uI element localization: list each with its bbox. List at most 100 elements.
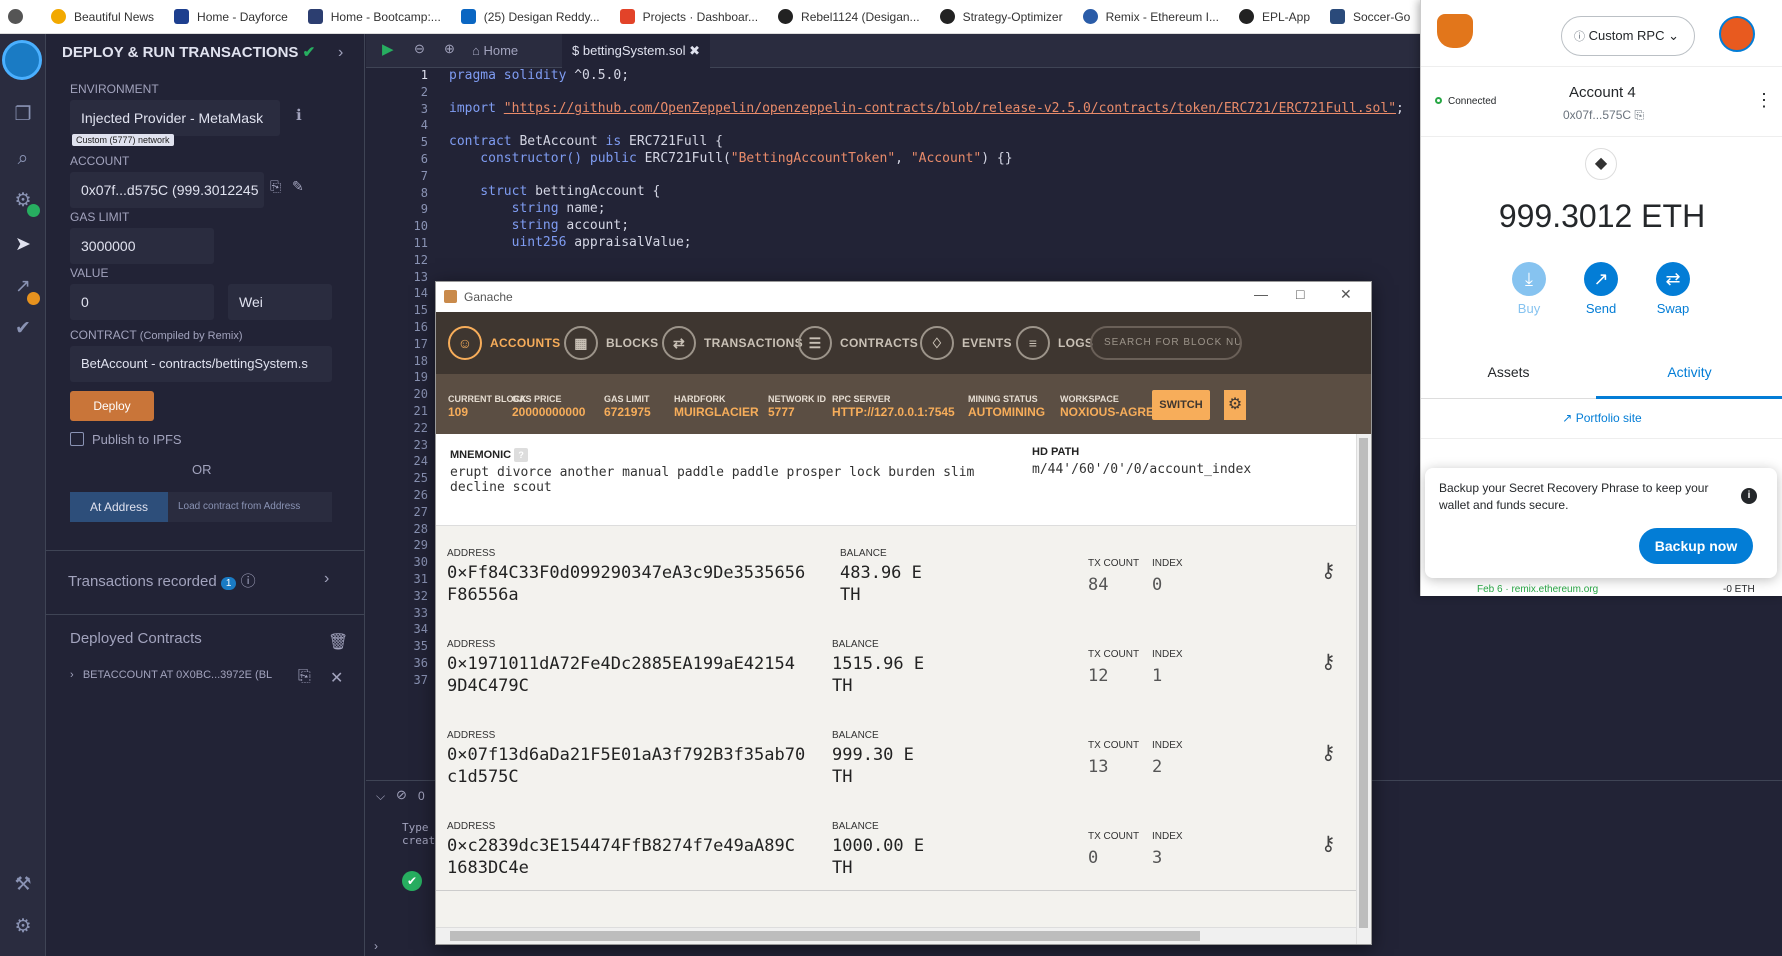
minimize-icon[interactable]: — xyxy=(1254,286,1268,302)
bookmark-linkedin[interactable]: (25) Desigan Reddy... xyxy=(460,9,600,24)
deploy-button[interactable]: Deploy xyxy=(70,391,154,421)
search-input[interactable]: SEARCH FOR BLOCK NUMBERS OR TX HASHES xyxy=(1090,326,1242,360)
zoom-in-icon[interactable]: ⊕ xyxy=(444,41,455,57)
edit-icon[interactable]: ✎ xyxy=(292,178,304,195)
buy-button[interactable]: ⤓ Buy xyxy=(1494,262,1564,316)
kebab-menu-icon[interactable]: ⋮ xyxy=(1755,90,1773,111)
copy-icon[interactable]: ⎘ xyxy=(298,668,311,686)
load-address-input[interactable]: Load contract from Address xyxy=(168,492,332,522)
expand-icon: › xyxy=(70,669,74,681)
close-icon[interactable]: ✕ xyxy=(330,668,343,688)
send-arrow-icon: ↗ xyxy=(1584,262,1618,296)
deployed-contract-item[interactable]: › BETACCOUNT AT 0X0BC...3972E (BL xyxy=(70,669,272,681)
tab-betting-system[interactable]: $ bettingSystem.sol ✖ xyxy=(562,34,710,68)
file-explorer-icon[interactable]: ❐ xyxy=(10,102,36,128)
vertical-scrollbar[interactable] xyxy=(1356,434,1371,944)
sun-icon xyxy=(51,9,66,24)
bookmark-github[interactable]: Rebel1124 (Desigan... xyxy=(778,9,920,24)
zoom-out-icon[interactable]: ⊖ xyxy=(414,41,425,57)
nav-transactions[interactable]: ⇄ TRANSACTIONS xyxy=(662,326,803,360)
line-number: 24 xyxy=(413,454,428,469)
run-icon[interactable]: ▶ xyxy=(382,40,394,58)
activity-item[interactable]: Feb 6 · remix.ethereum.org xyxy=(1477,584,1598,595)
terminal-text: Type creat xyxy=(402,821,436,847)
key-icon[interactable]: ⚷ xyxy=(1321,831,1336,856)
bookmark-soccer[interactable]: Soccer-Go xyxy=(1330,9,1410,24)
bookmark-beautiful-news[interactable]: Beautiful News xyxy=(51,9,154,24)
plugin-icon[interactable]: ⚒ xyxy=(10,872,36,898)
at-address-button[interactable]: At Address xyxy=(70,492,168,522)
nav-contracts[interactable]: ☰ CONTRACTS xyxy=(798,326,918,360)
status-dot-icon xyxy=(1435,97,1442,104)
nav-logs[interactable]: ≡ LOGS xyxy=(1016,326,1093,360)
horizontal-scrollbar[interactable] xyxy=(436,927,1356,944)
key-icon[interactable]: ⚷ xyxy=(1321,649,1336,674)
environment-select[interactable]: Injected Provider - MetaMask xyxy=(70,100,280,136)
account-row[interactable]: ADDRESS 0×1971011dA72Fe4Dc2885EA199aE4215… xyxy=(436,617,1356,709)
contract-select[interactable]: BetAccount - contracts/bettingSystem.s xyxy=(70,346,332,382)
bookmark-gitlab[interactable]: Projects · Dashboar... xyxy=(619,9,758,24)
deploy-run-icon[interactable]: ➤ xyxy=(10,232,36,258)
gas-limit-input[interactable]: 3000000 xyxy=(70,228,214,264)
bookmark-strategy[interactable]: Strategy-Optimizer xyxy=(939,9,1063,24)
collapse-icon[interactable]: ⌵ xyxy=(376,789,385,804)
account-avatar[interactable] xyxy=(1719,16,1755,52)
account-select[interactable]: 0x07f...d575C (999.3012245 xyxy=(70,172,264,208)
value-input[interactable]: 0 xyxy=(70,284,214,320)
value-unit-select[interactable]: Wei xyxy=(228,284,332,320)
account-address[interactable]: 0x07f...575C ⎘ xyxy=(1563,108,1644,123)
network-selector[interactable]: ⓘ Custom RPC ⌄ xyxy=(1561,16,1695,56)
bookmark-globe[interactable] xyxy=(8,9,31,24)
balance-label: BALANCE xyxy=(832,730,879,741)
line-number: 29 xyxy=(413,538,428,553)
switch-button[interactable]: SWITCH xyxy=(1152,390,1210,420)
txcount-label: TX COUNT xyxy=(1088,558,1140,569)
maximize-icon[interactable]: □ xyxy=(1296,286,1304,302)
expand-chevron-icon[interactable]: › xyxy=(324,570,329,588)
settings-gear-icon[interactable]: ⚙ xyxy=(1224,390,1246,420)
key-icon[interactable]: ⚷ xyxy=(1321,740,1336,765)
connected-status[interactable]: Connected xyxy=(1435,96,1496,107)
download-icon: ⤓ xyxy=(1512,262,1546,296)
clear-icon[interactable]: ⊘ xyxy=(396,787,407,803)
transactions-recorded[interactable]: Transactions recorded 1 ⓘ xyxy=(68,570,256,591)
remix-logo-icon[interactable] xyxy=(2,40,42,80)
tab-home[interactable]: ⌂ Home xyxy=(472,43,518,58)
settings-icon[interactable]: ⚙ xyxy=(10,914,36,940)
portfolio-link[interactable]: ↗ Portfolio site xyxy=(1421,411,1782,425)
close-window-icon[interactable]: ✕ xyxy=(1340,286,1352,303)
nav-events[interactable]: ♢ EVENTS xyxy=(920,326,1012,360)
account-name[interactable]: Account 4 xyxy=(1569,84,1636,101)
deploy-run-panel: DEPLOY & RUN TRANSACTIONS ✔ › ENVIRONMEN… xyxy=(46,34,365,956)
ganache-nav: ☺ ACCOUNTS ▦ BLOCKS ⇄ TRANSACTIONS ☰ CONTRAC… xyxy=(436,312,1371,374)
copy-icon[interactable]: ⎘ xyxy=(270,178,281,195)
info-icon[interactable]: ℹ xyxy=(296,106,302,124)
nav-blocks[interactable]: ▦ BLOCKS xyxy=(564,326,658,360)
swap-button[interactable]: ⇄ Swap xyxy=(1638,262,1708,316)
tab-assets[interactable]: Assets xyxy=(1421,364,1596,380)
help-icon[interactable]: ? xyxy=(514,448,529,462)
bookmark-dayforce[interactable]: Home - Dayforce xyxy=(174,9,288,24)
test-icon[interactable]: ✔ xyxy=(10,316,36,342)
account-row[interactable]: ADDRESS 0×c2839dc3E154474FfB8274f7e49aA89… xyxy=(436,799,1356,891)
account-index: 0 xyxy=(1152,575,1163,595)
tab-activity[interactable]: Activity xyxy=(1596,364,1782,380)
publish-checkbox[interactable] xyxy=(70,432,84,446)
account-balance: 1000.00 E TH xyxy=(832,836,925,878)
account-row[interactable]: ADDRESS 0×07f13d6aDa21F5E01aA3f792B3f35ab… xyxy=(436,708,1356,800)
bookmark-remix[interactable]: Remix - Ethereum I... xyxy=(1082,9,1219,24)
close-tab-icon[interactable]: ✖ xyxy=(689,43,700,58)
send-button[interactable]: ↗ Send xyxy=(1566,262,1636,316)
trash-icon[interactable]: 🗑 xyxy=(328,632,348,652)
backup-now-button[interactable]: Backup now xyxy=(1639,528,1753,564)
nav-accounts[interactable]: ☺ ACCOUNTS xyxy=(448,326,560,360)
bookmark-epl[interactable]: EPL-App xyxy=(1238,9,1310,24)
address-label: ADDRESS xyxy=(447,821,496,832)
panel-chevron-icon[interactable]: › xyxy=(338,44,343,62)
account-row[interactable]: ADDRESS 0×Ff84C33F0d099290347eA3c9De35356… xyxy=(436,526,1356,618)
key-icon[interactable]: ⚷ xyxy=(1321,558,1336,583)
environment-label: ENVIRONMENT xyxy=(70,82,159,96)
code-line-8: struct bettingAccount { xyxy=(449,184,661,199)
search-icon[interactable]: ⌕ xyxy=(10,146,36,172)
bookmark-bootcamp[interactable]: Home - Bootcamp:... xyxy=(307,9,441,24)
